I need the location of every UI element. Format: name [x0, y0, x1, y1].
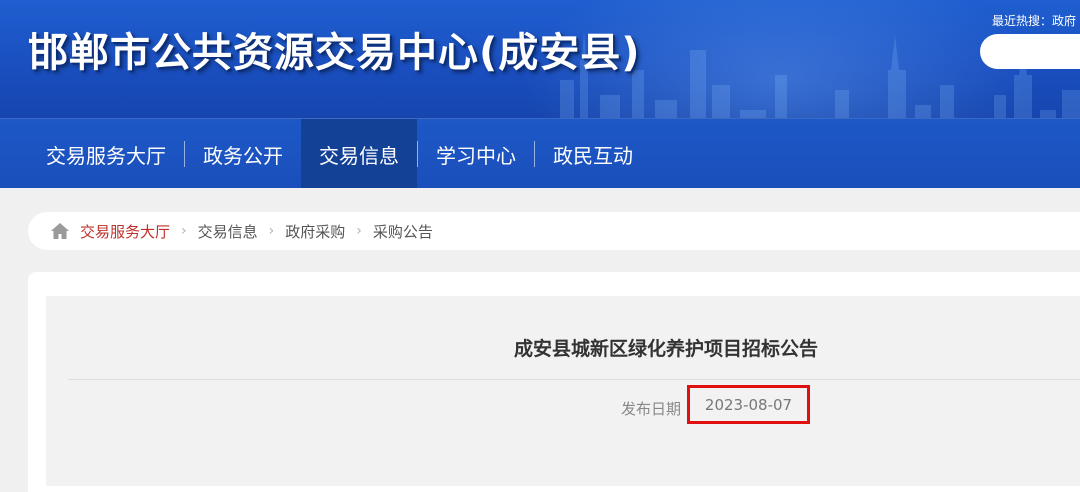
- hot-search-label: 最近热搜：政府: [992, 14, 1077, 28]
- breadcrumb-separator: ›: [181, 223, 187, 239]
- breadcrumb-item-procurement-notice[interactable]: 采购公告: [373, 221, 433, 242]
- nav-item-learning-center[interactable]: 学习中心: [418, 119, 534, 188]
- nav-list: 交易服务大厅 政务公开 交易信息 学习中心 政民互动: [28, 119, 651, 188]
- publish-date-value: 2023-08-07: [687, 385, 810, 424]
- breadcrumb-separator: ›: [356, 223, 362, 239]
- breadcrumb: 交易服务大厅 › 交易信息 › 政府采购 › 采购公告: [28, 212, 1080, 250]
- nav-item-trading-hall[interactable]: 交易服务大厅: [28, 119, 184, 188]
- main-nav: 交易服务大厅 政务公开 交易信息 学习中心 政民互动: [0, 118, 1080, 188]
- search-input[interactable]: [980, 34, 1080, 69]
- publish-date-label: 发布日期: [621, 400, 682, 418]
- breadcrumb-item-government-procurement[interactable]: 政府采购: [285, 221, 345, 242]
- breadcrumb-separator: ›: [268, 223, 275, 239]
- article-panel: 成安县城新区绿化养护项目招标公告 发布日期 2023-08-07: [46, 296, 1080, 486]
- article-title: 成安县城新区绿化养护项目招标公告: [513, 338, 818, 360]
- nav-item-trading-info[interactable]: 交易信息: [301, 119, 417, 188]
- breadcrumb-item-trading-hall[interactable]: 交易服务大厅: [80, 221, 170, 242]
- title-divider: [68, 379, 1080, 380]
- nav-item-government-affairs[interactable]: 政务公开: [185, 119, 301, 188]
- nav-item-public-interaction[interactable]: 政民互动: [535, 119, 651, 188]
- site-title: 邯郸市公共资源交易中心(成安县): [28, 30, 641, 76]
- home-icon[interactable]: [50, 222, 70, 240]
- breadcrumb-item-trading-info[interactable]: 交易信息: [198, 221, 258, 242]
